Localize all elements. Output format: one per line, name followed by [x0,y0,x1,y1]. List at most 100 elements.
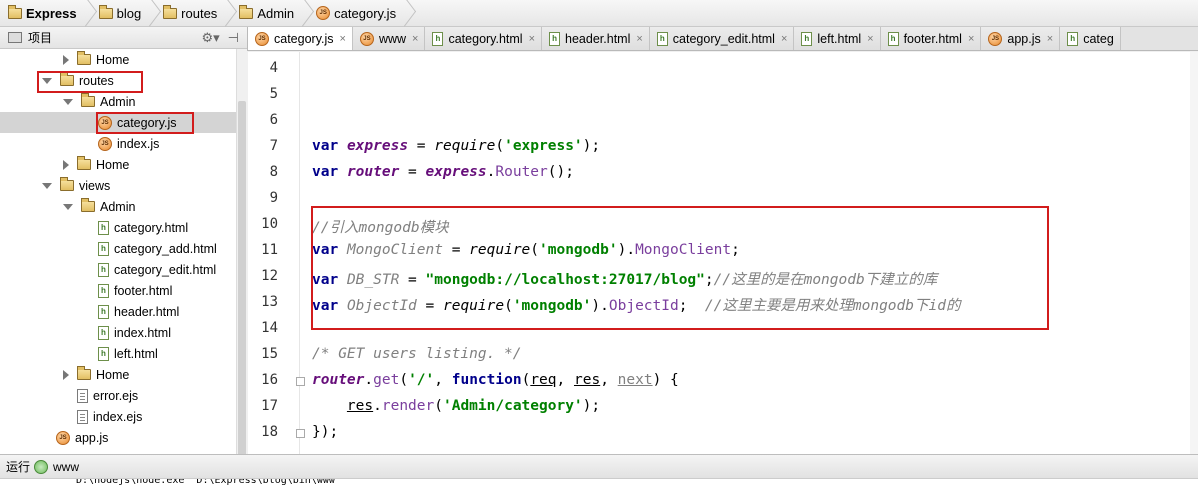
tree-scrollbar-thumb[interactable] [238,101,246,456]
code-token: , [434,372,452,388]
breadcrumb-item[interactable]: routes [155,0,231,27]
code-token: = [399,164,426,180]
expanded-arrow-icon[interactable] [42,182,52,189]
tree-item[interactable]: views [0,175,236,196]
close-tab-icon[interactable]: × [340,33,346,45]
expanded-arrow-icon[interactable] [63,98,73,105]
tree-item[interactable]: category.html [0,217,236,238]
run-config-name[interactable]: www [53,460,79,474]
close-tab-icon[interactable]: × [636,33,642,45]
tree-item-label: index.html [114,325,171,340]
tree-item[interactable]: index.js [0,133,236,154]
folder-icon [81,198,95,212]
project-icon [8,32,22,43]
tree-item[interactable]: Admin [0,196,236,217]
fold-marker-icon[interactable] [296,429,305,438]
tree-item[interactable]: footer.html [0,280,236,301]
close-tab-icon[interactable]: × [968,33,974,45]
tree-item[interactable]: Home [0,154,236,175]
breadcrumb-label: category.js [334,5,397,21]
tree-item[interactable]: left.html [0,343,236,364]
editor-scrollbar[interactable] [1190,52,1198,454]
code-line[interactable]: var express = require('express'); [312,138,600,154]
tree-item[interactable]: header.html [0,301,236,322]
close-tab-icon[interactable]: × [781,33,787,45]
collapsed-arrow-icon[interactable] [63,369,69,380]
editor-tab[interactable]: category_edit.html × [649,27,795,50]
tree-item[interactable]: category_add.html [0,238,236,259]
js-file-icon [98,136,112,151]
html-file-icon [98,346,109,361]
tree-item[interactable]: error.ejs [0,385,236,406]
close-tab-icon[interactable]: × [412,33,418,45]
line-number: 4 [269,60,278,76]
breadcrumb-item[interactable]: Admin [231,0,308,27]
fold-marker-icon[interactable] [296,377,305,386]
tree-item-label: category_edit.html [114,262,217,277]
js-file-icon [988,32,1003,46]
highlight-box-routes [37,71,143,93]
highlight-box-code [311,206,1049,330]
tab-label: categ [1083,32,1114,46]
line-number: 11 [261,242,278,258]
code-token: express [425,164,487,180]
breadcrumb-label: Express [26,5,77,21]
html-file-icon [801,32,813,46]
collapsed-arrow-icon[interactable] [63,159,69,170]
code-token: require [434,138,496,154]
collapsed-arrow-icon[interactable] [63,54,69,65]
code-line[interactable]: var router = express.Router(); [312,164,574,180]
code-token: ( [399,372,409,388]
code-token: router [346,164,400,180]
breadcrumb-item[interactable]: category.js [308,0,410,27]
line-number: 6 [269,112,278,128]
project-panel-title: 项目 [28,31,53,45]
code-token: express [346,138,409,154]
tree-item[interactable]: category_edit.html [0,259,236,280]
editor-tab[interactable]: category.js × [248,27,353,50]
folder-icon [163,4,178,19]
code-line[interactable]: /* GET users listing. */ [312,346,522,362]
tree-item[interactable]: Home [0,364,236,385]
tree-item[interactable]: app.js [0,427,236,448]
editor-tab[interactable]: app.js × [981,27,1061,50]
breadcrumb-item[interactable]: Express [0,0,91,27]
tree-item[interactable]: index.ejs [0,406,236,427]
js-file-icon [359,32,374,46]
editor-tabs: category.js×www×category.html×header.htm… [247,27,1198,51]
tree-item-label: category_add.html [114,241,217,256]
tree-item[interactable]: Home [0,49,236,70]
editor-tab[interactable]: www × [352,27,426,50]
editor-tab[interactable]: left.html × [794,27,881,50]
tree-item-label: category.html [114,220,189,235]
breadcrumb: Express blog routes Admin category.js [0,0,1198,27]
tree-item[interactable]: index.html [0,322,236,343]
editor-tab[interactable]: footer.html × [880,27,982,50]
tab-label: www [378,32,407,46]
close-tab-icon[interactable]: × [1047,33,1053,45]
code-token: 'Admin/category' [442,398,583,414]
editor-tab[interactable]: categ [1060,27,1121,50]
expanded-arrow-icon[interactable] [63,203,73,210]
breadcrumb-item[interactable]: blog [91,0,156,27]
html-file-icon [887,32,899,46]
tab-label: header.html [565,32,631,46]
code-line[interactable]: res.render('Admin/category'); [312,398,600,414]
code-line[interactable]: router.get('/', function(req, res, next)… [312,372,679,388]
close-tab-icon[interactable]: × [867,33,873,45]
code-token: ( [495,138,505,154]
tree-item-label: views [79,178,111,193]
editor-tab[interactable]: header.html × [542,27,650,50]
code-token: ( [521,372,531,388]
code-token: router [312,372,365,388]
collapse-panel-icon[interactable]: ⊣ [228,30,239,46]
editor-tab[interactable]: category.html × [425,27,543,50]
code-token: , [600,372,618,388]
code-line[interactable]: }); [312,424,338,440]
tree-item[interactable]: Admin [0,91,236,112]
close-tab-icon[interactable]: × [529,33,535,45]
tree-scrollbar[interactable] [236,49,247,456]
line-number: 13 [261,294,278,310]
settings-gear-icon[interactable]: ⚙▾ [201,30,219,46]
